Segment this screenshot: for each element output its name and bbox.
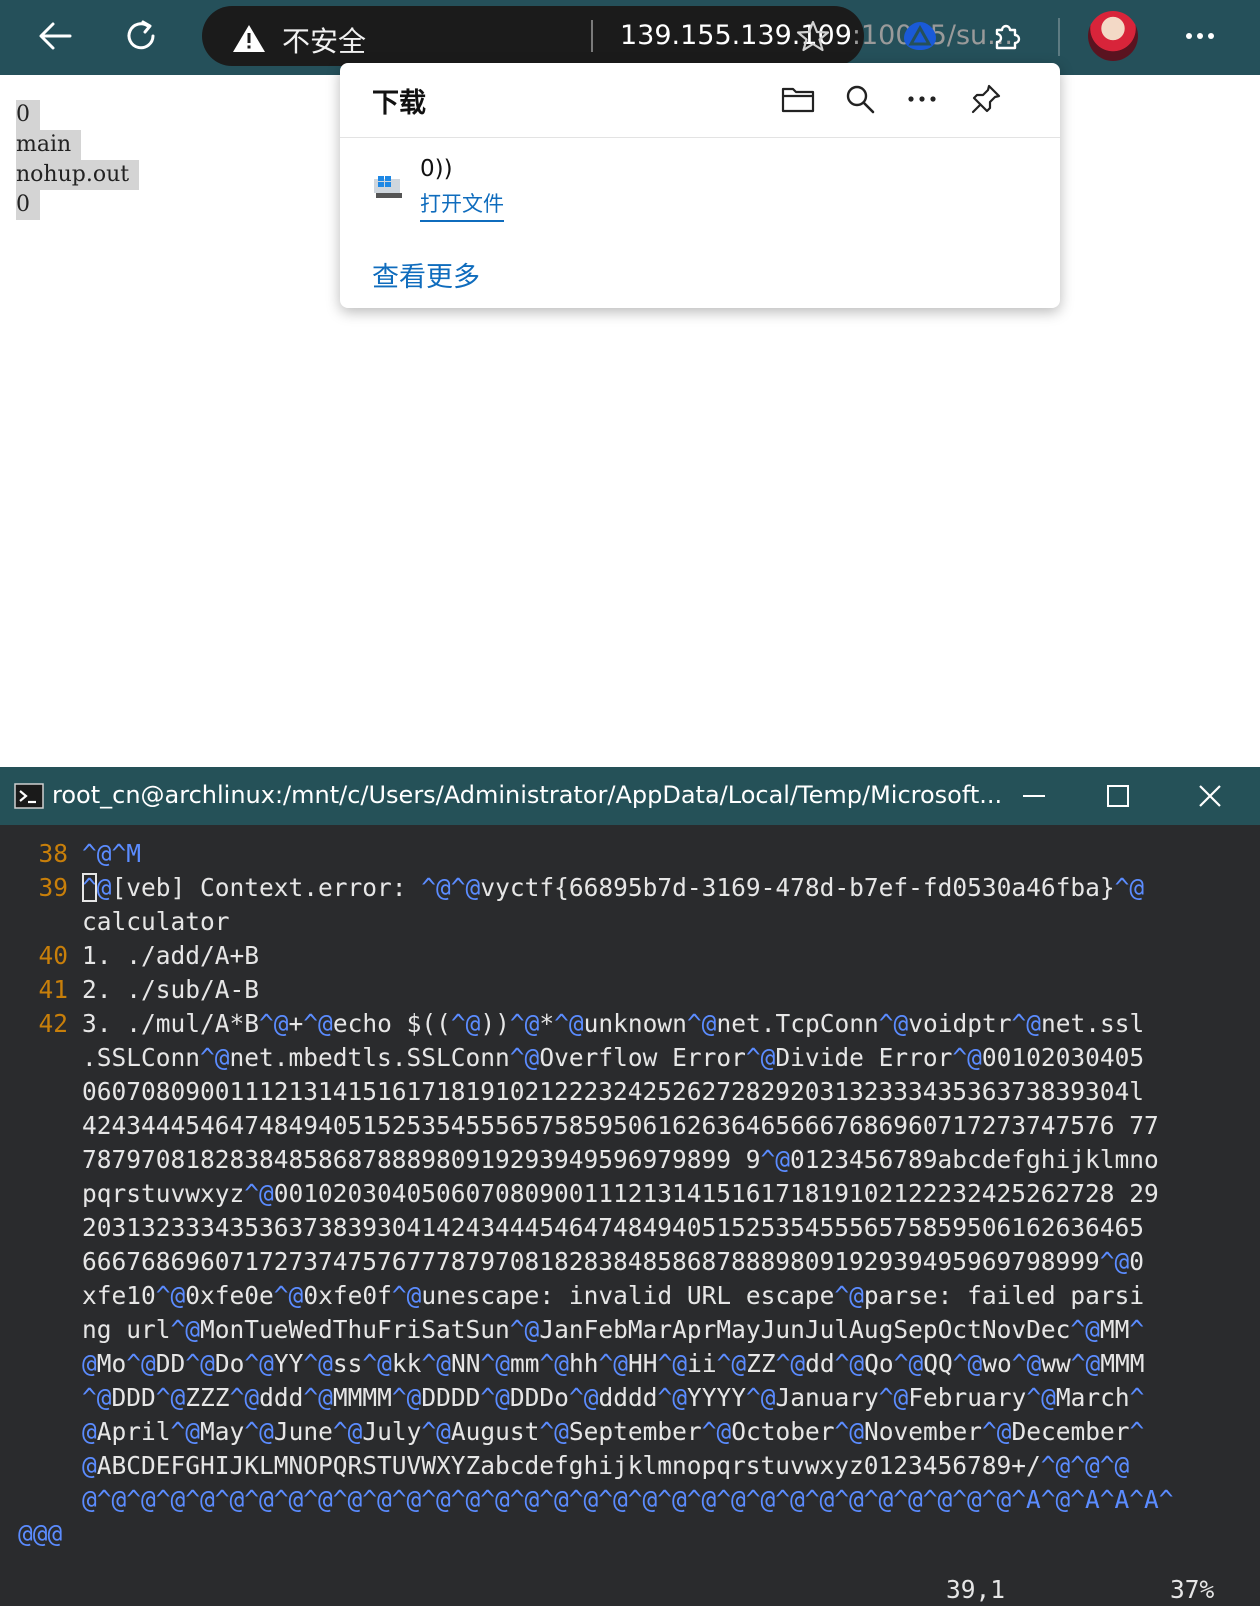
more-icon — [908, 96, 936, 102]
editor-line: 2031323334353637383930414243444546474849… — [82, 1213, 1145, 1242]
vim-overflow-marker: @@@ — [18, 1519, 63, 1548]
line-number: 42 — [38, 1009, 68, 1038]
browser-essentials-icon — [904, 22, 936, 50]
address-separator — [591, 20, 593, 52]
editor-line: 40 1. ./add/A+B — [0, 939, 1260, 973]
vim-status-line: 39,1 37% — [0, 1573, 1260, 1606]
file-icon — [374, 176, 402, 198]
page-line: nohup.out — [16, 160, 140, 190]
editor-line: @^@^@^@^@^@^@^@^@^@^@^@^@^@^@^@^@^@^@^@^… — [82, 1485, 1174, 1514]
editor-line: @April^@May^@June^@July^@August^@Septemb… — [82, 1417, 1145, 1446]
more-button[interactable] — [1172, 10, 1228, 62]
minimize-icon — [1023, 795, 1045, 797]
downloads-more-button[interactable] — [900, 77, 944, 121]
editor-line: 6667686960717273747576777879708182838485… — [82, 1247, 1145, 1276]
editor-line: 4243444546474849405152535455565758595061… — [82, 1111, 1159, 1140]
cursor-position: 39,1 — [946, 1575, 1006, 1604]
download-file-name[interactable]: 0)) — [420, 156, 453, 182]
editor-line: 42 3. ./mul/A*B^@+^@echo $((^@))^@*^@unkn… — [0, 1007, 1260, 1041]
panel-divider — [340, 137, 1060, 138]
line-number: 41 — [38, 975, 68, 1004]
address-bar[interactable]: 不安全 139.155.139.109:10005/su... — [202, 6, 1013, 66]
terminal-icon — [14, 783, 44, 809]
see-more-link[interactable]: 查看更多 — [372, 255, 480, 294]
pin-icon — [971, 84, 1001, 114]
security-status-label[interactable]: 不安全 — [282, 20, 366, 60]
pin-button[interactable] — [964, 77, 1008, 121]
profile-avatar[interactable] — [1088, 11, 1138, 61]
editor-line: 7879708182838485868788898091929394959697… — [82, 1145, 1159, 1174]
editor-line: 0607080900111213141516171819102122232425… — [82, 1077, 1145, 1106]
search-downloads-button[interactable] — [838, 77, 882, 121]
refresh-button[interactable] — [113, 10, 169, 62]
editor-line: 41 2. ./sub/A-B — [0, 973, 1260, 1007]
editor-line: .SSLConn^@net.mbedtls.SSLConn^@Overflow … — [82, 1043, 1145, 1072]
editor-line: pqrstuvwxyz^@001020304050607080900111213… — [82, 1179, 1159, 1208]
downloads-title: 下载 — [372, 88, 426, 119]
terminal-window: root_cn@archlinux:/mnt/c/Users/Administr… — [0, 767, 1260, 1606]
page-line: main — [16, 130, 82, 160]
browser-essentials-button[interactable] — [892, 10, 948, 62]
editor-line: calculator — [82, 907, 230, 936]
page-line: 0 — [16, 190, 40, 220]
editor-line: ng url^@MonTueWedThuFriSatSun^@JanFebMar… — [82, 1315, 1145, 1344]
maximize-button[interactable] — [1074, 767, 1162, 825]
scroll-percent: 37% — [1170, 1575, 1215, 1604]
line-number: 40 — [38, 941, 68, 970]
close-icon — [1199, 785, 1221, 807]
page-line: 0 — [16, 100, 40, 130]
warning-icon[interactable] — [232, 23, 266, 53]
text-cursor: ^ — [82, 873, 97, 902]
downloads-panel: 下载 0)) 打开文件 查看更多 — [340, 63, 1060, 308]
terminal-title: root_cn@archlinux:/mnt/c/Users/Administr… — [52, 781, 1003, 809]
back-arrow-icon — [39, 22, 72, 50]
vim-editor[interactable]: 38 ^@^M 39 ^@[veb] Context.error: ^@^@vyct… — [0, 825, 1260, 1606]
page-content: 0 main nohup.out 0 — [16, 100, 140, 220]
star-icon[interactable] — [796, 19, 830, 53]
back-button[interactable] — [27, 10, 83, 62]
minimize-button[interactable] — [990, 767, 1078, 825]
editor-line: @ABCDEFGHIJKLMNOPQRSTUVWXYZabcdefghijklm… — [82, 1451, 1130, 1480]
editor-line: xfe10^@0xfe0e^@0xfe0f^@unescape: invalid… — [82, 1281, 1145, 1310]
more-icon — [1186, 33, 1214, 39]
open-file-link[interactable]: 打开文件 — [420, 188, 504, 222]
extensions-button[interactable] — [979, 10, 1035, 62]
line-number: 39 — [38, 873, 68, 902]
terminal-titlebar[interactable]: root_cn@archlinux:/mnt/c/Users/Administr… — [0, 767, 1260, 825]
extensions-icon — [995, 24, 1021, 50]
open-folder-button[interactable] — [776, 77, 820, 121]
maximize-icon — [1107, 785, 1129, 807]
close-button[interactable] — [1166, 767, 1254, 825]
editor-line: ^@DDD^@ZZZ^@ddd^@MMMM^@DDDD^@DDDo^@dddd^… — [82, 1383, 1145, 1412]
search-icon — [846, 85, 875, 114]
editor-line: @Mo^@DD^@Do^@YY^@ss^@kk^@NN^@mm^@hh^@HH^… — [82, 1349, 1145, 1378]
folder-icon — [781, 87, 815, 113]
toolbar-divider — [1058, 18, 1060, 56]
editor-line: 39 ^@[veb] Context.error: ^@^@vyctf{66895… — [0, 871, 1260, 905]
editor-line: 38 ^@^M — [0, 837, 1260, 871]
line-number: 38 — [38, 839, 68, 868]
refresh-icon — [127, 20, 155, 50]
